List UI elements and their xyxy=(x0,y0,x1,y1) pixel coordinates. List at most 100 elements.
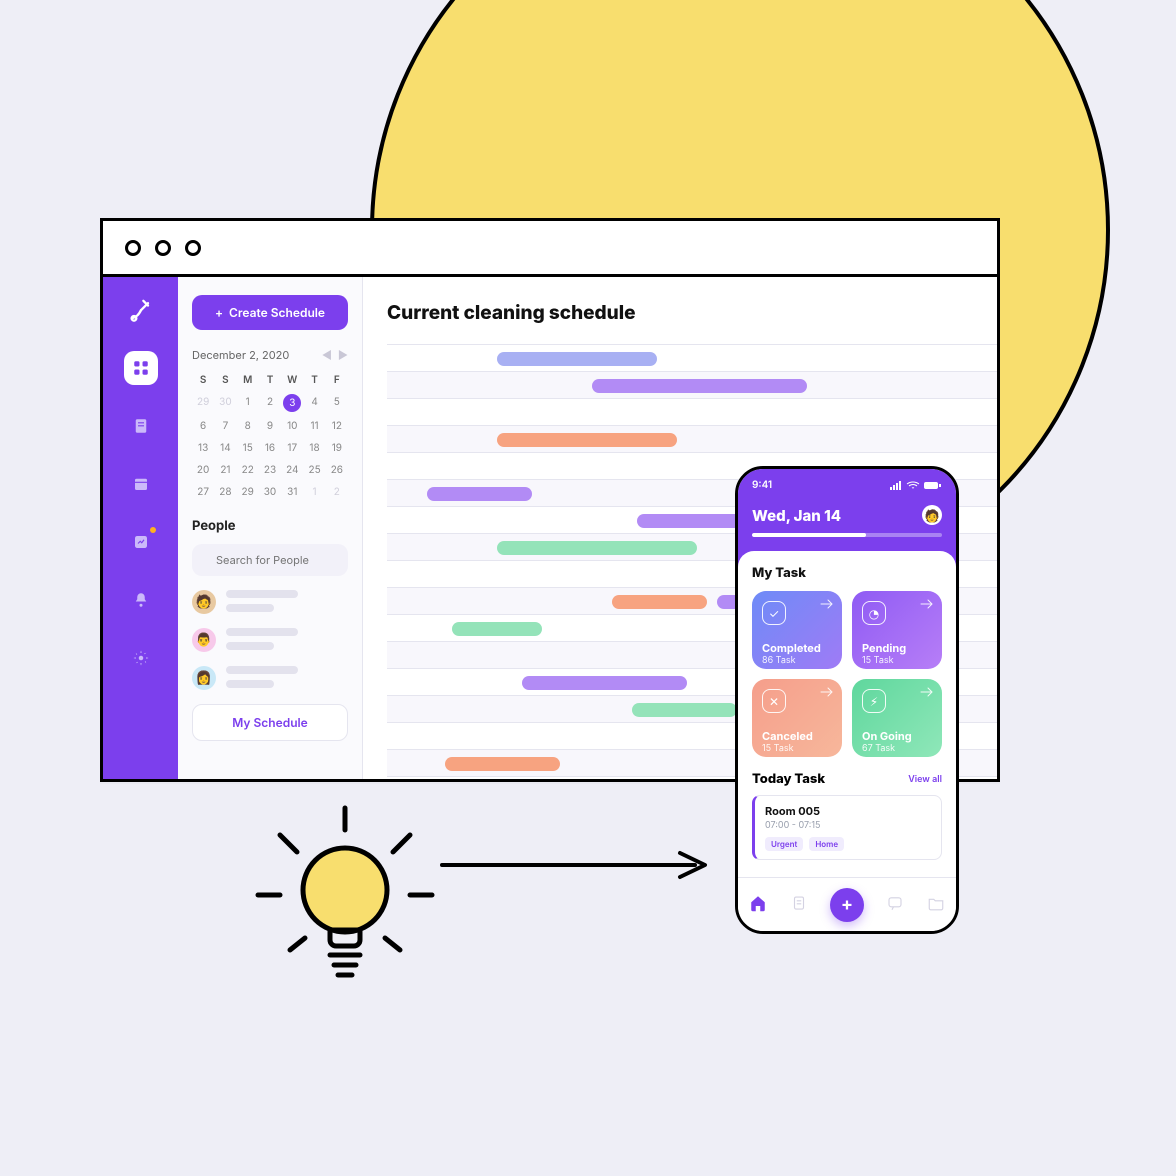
calendar-dow: T xyxy=(303,370,325,390)
card-completed-title: Completed xyxy=(762,641,832,655)
gantt-bar[interactable] xyxy=(637,514,742,528)
cancel-icon: ✕ xyxy=(762,689,786,713)
avatar: 🧑 xyxy=(192,590,216,614)
calendar-dow: M xyxy=(237,370,259,390)
card-completed[interactable]: ✓ Completed 86 Task xyxy=(752,591,842,669)
arrow-right-icon xyxy=(820,687,834,697)
card-ongoing-sub: 67 Task xyxy=(862,743,932,754)
tab-folder[interactable] xyxy=(927,894,945,916)
calendar-day[interactable]: 13 xyxy=(192,438,214,458)
phone-avatar[interactable]: 🧑 xyxy=(922,505,942,525)
window-chrome xyxy=(103,221,997,277)
sidebar-item-analytics[interactable] xyxy=(124,525,158,559)
skeleton-line xyxy=(226,680,274,688)
tab-doc[interactable] xyxy=(790,894,808,916)
my-schedule-label: My Schedule xyxy=(232,715,308,730)
person-item[interactable]: 👩 xyxy=(192,666,348,690)
my-schedule-button[interactable]: My Schedule xyxy=(192,704,348,741)
arrow-right-icon xyxy=(920,599,934,609)
create-schedule-button[interactable]: + Create Schedule xyxy=(192,295,348,330)
arrow-right-icon xyxy=(820,599,834,609)
sidebar-item-settings[interactable] xyxy=(124,641,158,675)
window-control-close[interactable] xyxy=(125,240,141,256)
lightbulb-illustration xyxy=(250,800,440,990)
phone-device: 9:41 Wed, Jan 14 🧑 My Task ✓ Completed 8… xyxy=(735,466,959,934)
calendar-day[interactable]: 2 xyxy=(326,482,348,502)
calendar-day[interactable]: 4 xyxy=(303,392,325,414)
calendar-dow: S xyxy=(214,370,236,390)
calendar-day[interactable]: 12 xyxy=(326,416,348,436)
calendar-day[interactable]: 22 xyxy=(237,460,259,480)
calendar-day[interactable]: 2 xyxy=(259,392,281,414)
app-logo xyxy=(127,295,155,327)
calendar-day[interactable]: 5 xyxy=(326,392,348,414)
calendar-day[interactable]: 27 xyxy=(192,482,214,502)
gantt-bar[interactable] xyxy=(612,595,707,609)
calendar-day[interactable]: 3 xyxy=(283,394,301,412)
calendar-day[interactable]: 6 xyxy=(192,416,214,436)
calendar-day[interactable]: 24 xyxy=(281,460,303,480)
gantt-bar[interactable] xyxy=(445,757,560,771)
gantt-bar[interactable] xyxy=(497,541,697,555)
card-canceled-title: Canceled xyxy=(762,729,832,743)
sidebar-item-dashboard[interactable] xyxy=(124,351,158,385)
calendar-day[interactable]: 18 xyxy=(303,438,325,458)
calendar-day[interactable]: 1 xyxy=(303,482,325,502)
calendar-day[interactable]: 28 xyxy=(214,482,236,502)
person-item[interactable]: 🧑 xyxy=(192,590,348,614)
calendar-day[interactable]: 15 xyxy=(237,438,259,458)
clock-icon: ◔ xyxy=(862,601,886,625)
calendar-day[interactable]: 8 xyxy=(237,416,259,436)
calendar-day[interactable]: 9 xyxy=(259,416,281,436)
tab-chat[interactable] xyxy=(886,894,904,916)
calendar-prev-icon[interactable]: ◀ xyxy=(322,348,332,362)
gantt-bar[interactable] xyxy=(497,433,677,447)
calendar-day[interactable]: 26 xyxy=(326,460,348,480)
calendar-day[interactable]: 20 xyxy=(192,460,214,480)
calendar-day[interactable]: 25 xyxy=(303,460,325,480)
calendar-day[interactable]: 30 xyxy=(214,392,236,414)
calendar-day[interactable]: 31 xyxy=(281,482,303,502)
window-control-min[interactable] xyxy=(155,240,171,256)
gantt-bar[interactable] xyxy=(452,622,542,636)
calendar-day[interactable]: 30 xyxy=(259,482,281,502)
calendar-day[interactable]: 17 xyxy=(281,438,303,458)
calendar-day[interactable]: 29 xyxy=(192,392,214,414)
gantt-bar[interactable] xyxy=(497,352,657,366)
skeleton-line xyxy=(226,642,274,650)
plus-icon: + xyxy=(215,305,223,320)
calendar-day[interactable]: 10 xyxy=(281,416,303,436)
window-control-max[interactable] xyxy=(185,240,201,256)
gantt-bar[interactable] xyxy=(427,487,532,501)
tab-home[interactable] xyxy=(749,894,767,916)
calendar-day[interactable]: 7 xyxy=(214,416,236,436)
calendar-day[interactable]: 16 xyxy=(259,438,281,458)
calendar-day[interactable]: 19 xyxy=(326,438,348,458)
calendar-day[interactable]: 1 xyxy=(237,392,259,414)
calendar-day[interactable]: 11 xyxy=(303,416,325,436)
calendar-next-icon[interactable]: ▶ xyxy=(338,348,348,362)
view-all-link[interactable]: View all xyxy=(908,774,942,785)
calendar-day[interactable]: 29 xyxy=(237,482,259,502)
arrow-illustration xyxy=(440,850,710,880)
card-canceled[interactable]: ✕ Canceled 15 Task xyxy=(752,679,842,757)
calendar-day[interactable]: 14 xyxy=(214,438,236,458)
gantt-row xyxy=(387,345,997,372)
person-item[interactable]: 👨 xyxy=(192,628,348,652)
gantt-bar[interactable] xyxy=(592,379,807,393)
phone-body: My Task ✓ Completed 86 Task ◔ Pending 15… xyxy=(738,551,956,874)
gantt-bar[interactable] xyxy=(632,703,737,717)
sidebar-item-documents[interactable] xyxy=(124,409,158,443)
gantt-bar[interactable] xyxy=(522,676,687,690)
calendar-day[interactable]: 21 xyxy=(214,460,236,480)
sidebar-item-calendar[interactable] xyxy=(124,467,158,501)
card-pending-title: Pending xyxy=(862,641,932,655)
calendar-day[interactable]: 23 xyxy=(259,460,281,480)
sidebar-item-notifications[interactable] xyxy=(124,583,158,617)
card-pending[interactable]: ◔ Pending 15 Task xyxy=(852,591,942,669)
today-task-item[interactable]: Room 005 07:00 - 07:15 UrgentHome xyxy=(752,795,942,860)
people-search[interactable] xyxy=(192,544,348,576)
card-ongoing[interactable]: ⚡ On Going 67 Task xyxy=(852,679,942,757)
tab-add-fab[interactable]: + xyxy=(830,888,864,922)
signal-icon xyxy=(890,481,902,490)
